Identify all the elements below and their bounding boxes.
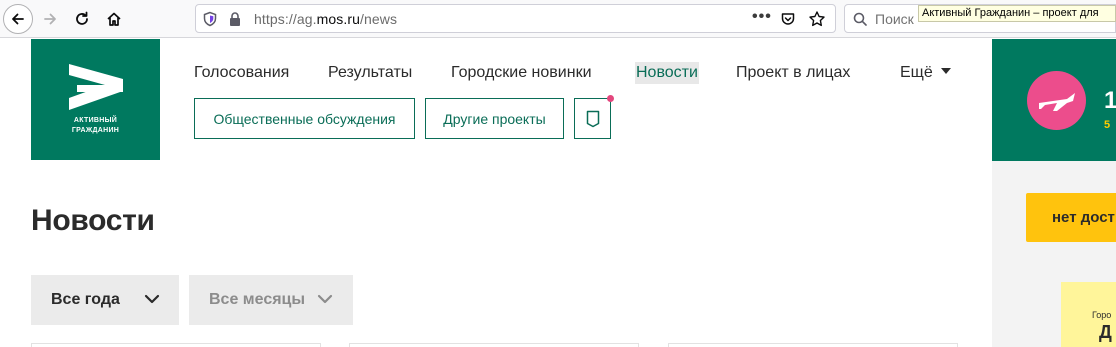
address-bar[interactable]: https://ag.mos.ru/news ••• [195,4,836,33]
month-filter-label: Все месяцы [209,291,306,308]
month-filter-dropdown[interactable]: Все месяцы [189,275,353,325]
promo-card-big-text: Д [1099,322,1112,342]
promo-banner[interactable]: 1 5 [992,39,1116,161]
notification-dot [607,95,614,102]
nav-item-results[interactable]: Результаты [328,62,412,84]
news-card[interactable] [349,343,639,347]
news-card[interactable] [668,343,958,347]
promo-card-small-text: Горо [1092,310,1112,320]
news-card[interactable] [31,343,321,347]
promo-subtext: 5 [1104,119,1111,131]
bookmark-star-icon[interactable] [808,10,826,33]
bookmark-button[interactable] [574,98,611,139]
nav-more-label: Ещё [900,64,933,81]
page-actions-menu[interactable]: ••• [752,8,772,26]
sidebar-promo-card[interactable]: Горо Д [1061,282,1116,347]
arrow-left-icon [12,13,24,25]
pocket-icon[interactable] [780,11,796,32]
tracking-protection-icon[interactable] [202,11,218,32]
url-text[interactable]: https://ag.mos.ru/news [254,11,397,27]
lock-icon[interactable] [228,11,242,32]
nav-item-news[interactable]: Новости [635,62,699,84]
chevron-down-icon [144,294,160,304]
nav-item-city-novelties[interactable]: Городские новинки [451,62,592,84]
search-placeholder: Поиск [875,11,914,27]
public-discussions-button[interactable]: Общественные обсуждения [194,98,415,139]
bookmark-icon [586,110,599,127]
forward-button[interactable] [35,4,65,34]
browser-toolbar: https://ag.mos.ru/news ••• Поиск Активны… [0,0,1116,38]
nav-item-more[interactable]: Ещё [900,62,951,84]
nav-item-votes[interactable]: Голосования [194,62,289,84]
accessibility-button[interactable]: нет дост [1026,193,1116,242]
year-filter-dropdown[interactable]: Все года [31,275,179,325]
promo-number: 1 [1104,87,1116,114]
arrow-right-icon [44,13,56,25]
caret-down-icon [940,67,951,74]
logo-text: АКТИВНЫЙ ГРАЖДАНИН [71,117,120,134]
tab-tooltip: Активный Гражданин – проект для [918,5,1116,22]
logo-mark-icon [69,64,123,110]
site-logo[interactable]: АКТИВНЫЙ ГРАЖДАНИН [31,39,160,160]
reload-button[interactable] [67,4,97,34]
nav-item-people[interactable]: Проект в лицах [736,62,850,84]
back-button[interactable] [3,4,33,34]
plane-icon [1039,93,1075,111]
chevron-down-icon [317,294,333,304]
home-button[interactable] [99,4,129,34]
search-icon [853,12,867,31]
page-title: Новости [31,204,155,237]
other-projects-button[interactable]: Другие проекты [425,98,564,139]
home-icon [107,12,121,26]
year-filter-label: Все года [51,291,120,308]
reload-icon [76,11,88,25]
